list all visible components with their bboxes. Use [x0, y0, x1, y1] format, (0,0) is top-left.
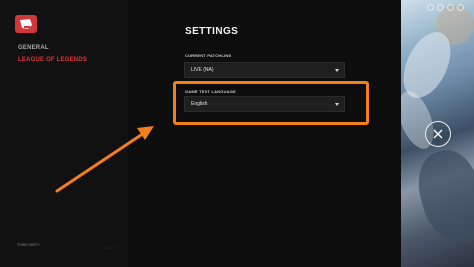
- riot-client-settings-window: GENERAL LEAGUE OF LEGENDS THIRD PARTY 0.…: [0, 0, 474, 267]
- pointer-arrow: [55, 126, 154, 193]
